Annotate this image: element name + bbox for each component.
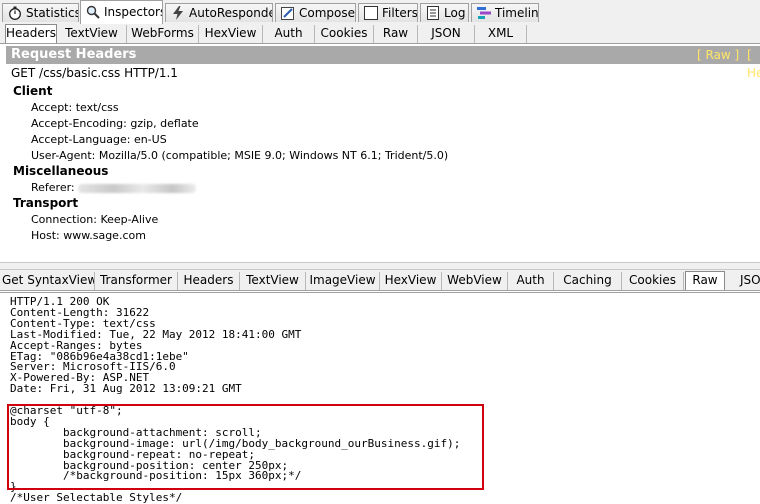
response-tab-hexview[interactable]: HexView bbox=[380, 272, 442, 290]
response-tab-get-syntaxview[interactable]: Get SyntaxView bbox=[2, 272, 95, 290]
header-definitions-link[interactable]: [ He bbox=[747, 46, 760, 82]
response-header-line: Date: Fri, 31 Aug 2012 13:09:21 GMT bbox=[10, 382, 242, 396]
header-item[interactable]: Accept: text/css bbox=[31, 100, 119, 115]
tab-timeline-label: Timeline bbox=[495, 6, 539, 20]
redacted-value bbox=[78, 183, 197, 193]
response-view-tabs: Get SyntaxView Transformer Headers TextV… bbox=[0, 270, 760, 291]
tab-log-label: Log bbox=[444, 6, 466, 20]
magnifier-icon bbox=[86, 5, 100, 19]
response-tab-headers[interactable]: Headers bbox=[178, 272, 240, 290]
request-line: GET /css/basic.css HTTP/1.1 bbox=[11, 66, 178, 80]
tab-inspectors[interactable]: Inspectors bbox=[80, 0, 163, 24]
tab-filters[interactable]: Filters bbox=[358, 3, 418, 22]
request-tab-textview[interactable]: TextView bbox=[57, 25, 127, 43]
raw-link[interactable]: [ Raw ] bbox=[697, 46, 739, 64]
request-tab-webforms[interactable]: WebForms bbox=[127, 25, 199, 43]
header-group-client[interactable]: Client bbox=[13, 84, 52, 99]
header-item[interactable]: User-Agent: Mozilla/5.0 (compatible; MSI… bbox=[31, 148, 448, 163]
request-tab-hexview[interactable]: HexView bbox=[199, 25, 263, 43]
header-item[interactable]: Accept-Language: en-US bbox=[31, 132, 167, 147]
tab-statistics-label: Statistics bbox=[26, 6, 79, 20]
stopwatch-icon bbox=[9, 6, 21, 20]
request-tab-xml[interactable]: XML bbox=[475, 25, 527, 43]
highlight-box bbox=[7, 404, 484, 490]
response-tab-caching[interactable]: Caching bbox=[554, 272, 622, 290]
tab-filters-label: Filters bbox=[382, 6, 418, 20]
tab-inspectors-label: Inspectors bbox=[104, 5, 163, 19]
tab-autoresponder[interactable]: AutoResponder bbox=[165, 3, 273, 22]
checkbox-icon bbox=[364, 6, 378, 20]
request-tab-cookies[interactable]: Cookies bbox=[315, 25, 374, 43]
header-item[interactable]: Accept-Encoding: gzip, deflate bbox=[31, 116, 199, 131]
response-tab-raw[interactable]: Raw bbox=[685, 271, 725, 290]
header-group-transport[interactable]: Transport bbox=[13, 196, 78, 211]
header-item-referer[interactable]: Referer: bbox=[31, 180, 197, 195]
response-tab-cookies[interactable]: Cookies bbox=[622, 272, 684, 290]
pencil-icon bbox=[281, 7, 294, 20]
timeline-icon bbox=[477, 7, 491, 19]
response-tab-json[interactable]: JSO bbox=[727, 272, 760, 290]
header-group-miscellaneous[interactable]: Miscellaneous bbox=[13, 164, 108, 179]
lightning-icon bbox=[173, 6, 183, 20]
tab-composer-label: Composer bbox=[299, 6, 356, 20]
response-raw-text[interactable]: HTTP/1.1 200 OK Content-Length: 31622 Co… bbox=[0, 292, 760, 504]
tab-log[interactable]: Log bbox=[420, 3, 469, 22]
response-tab-textview[interactable]: TextView bbox=[240, 272, 306, 290]
tab-statistics[interactable]: Statistics bbox=[2, 3, 79, 22]
header-item[interactable]: Host: www.sage.com bbox=[31, 228, 146, 243]
tab-autoresponder-label: AutoResponder bbox=[189, 6, 273, 20]
response-tab-auth[interactable]: Auth bbox=[508, 272, 554, 290]
header-item[interactable]: Connection: Keep-Alive bbox=[31, 212, 158, 227]
request-headers-title: Request Headers bbox=[11, 47, 137, 62]
request-tab-raw[interactable]: Raw bbox=[374, 25, 418, 43]
log-icon bbox=[427, 6, 439, 20]
tab-composer[interactable]: Composer bbox=[275, 3, 356, 22]
response-tab-webview[interactable]: WebView bbox=[442, 272, 508, 290]
response-tab-transformer[interactable]: Transformer bbox=[95, 272, 178, 290]
panel-splitter[interactable] bbox=[0, 262, 760, 270]
tool-tab-strip: Statistics Inspectors AutoResponder Comp… bbox=[0, 0, 760, 24]
request-tab-json[interactable]: JSON bbox=[418, 25, 475, 43]
request-headers-bar: Request Headers [ Raw ] [ He bbox=[6, 46, 760, 80]
request-tab-headers[interactable]: Headers bbox=[5, 24, 57, 43]
header-item-label: Referer: bbox=[31, 181, 75, 194]
request-tab-auth[interactable]: Auth bbox=[263, 25, 315, 43]
response-tab-imageview[interactable]: ImageView bbox=[306, 272, 380, 290]
request-view-tabs: Headers TextView WebForms HexView Auth C… bbox=[0, 23, 760, 44]
tab-timeline[interactable]: Timeline bbox=[471, 3, 539, 22]
response-body-line: /*User Selectable Styles*/ bbox=[10, 491, 183, 504]
